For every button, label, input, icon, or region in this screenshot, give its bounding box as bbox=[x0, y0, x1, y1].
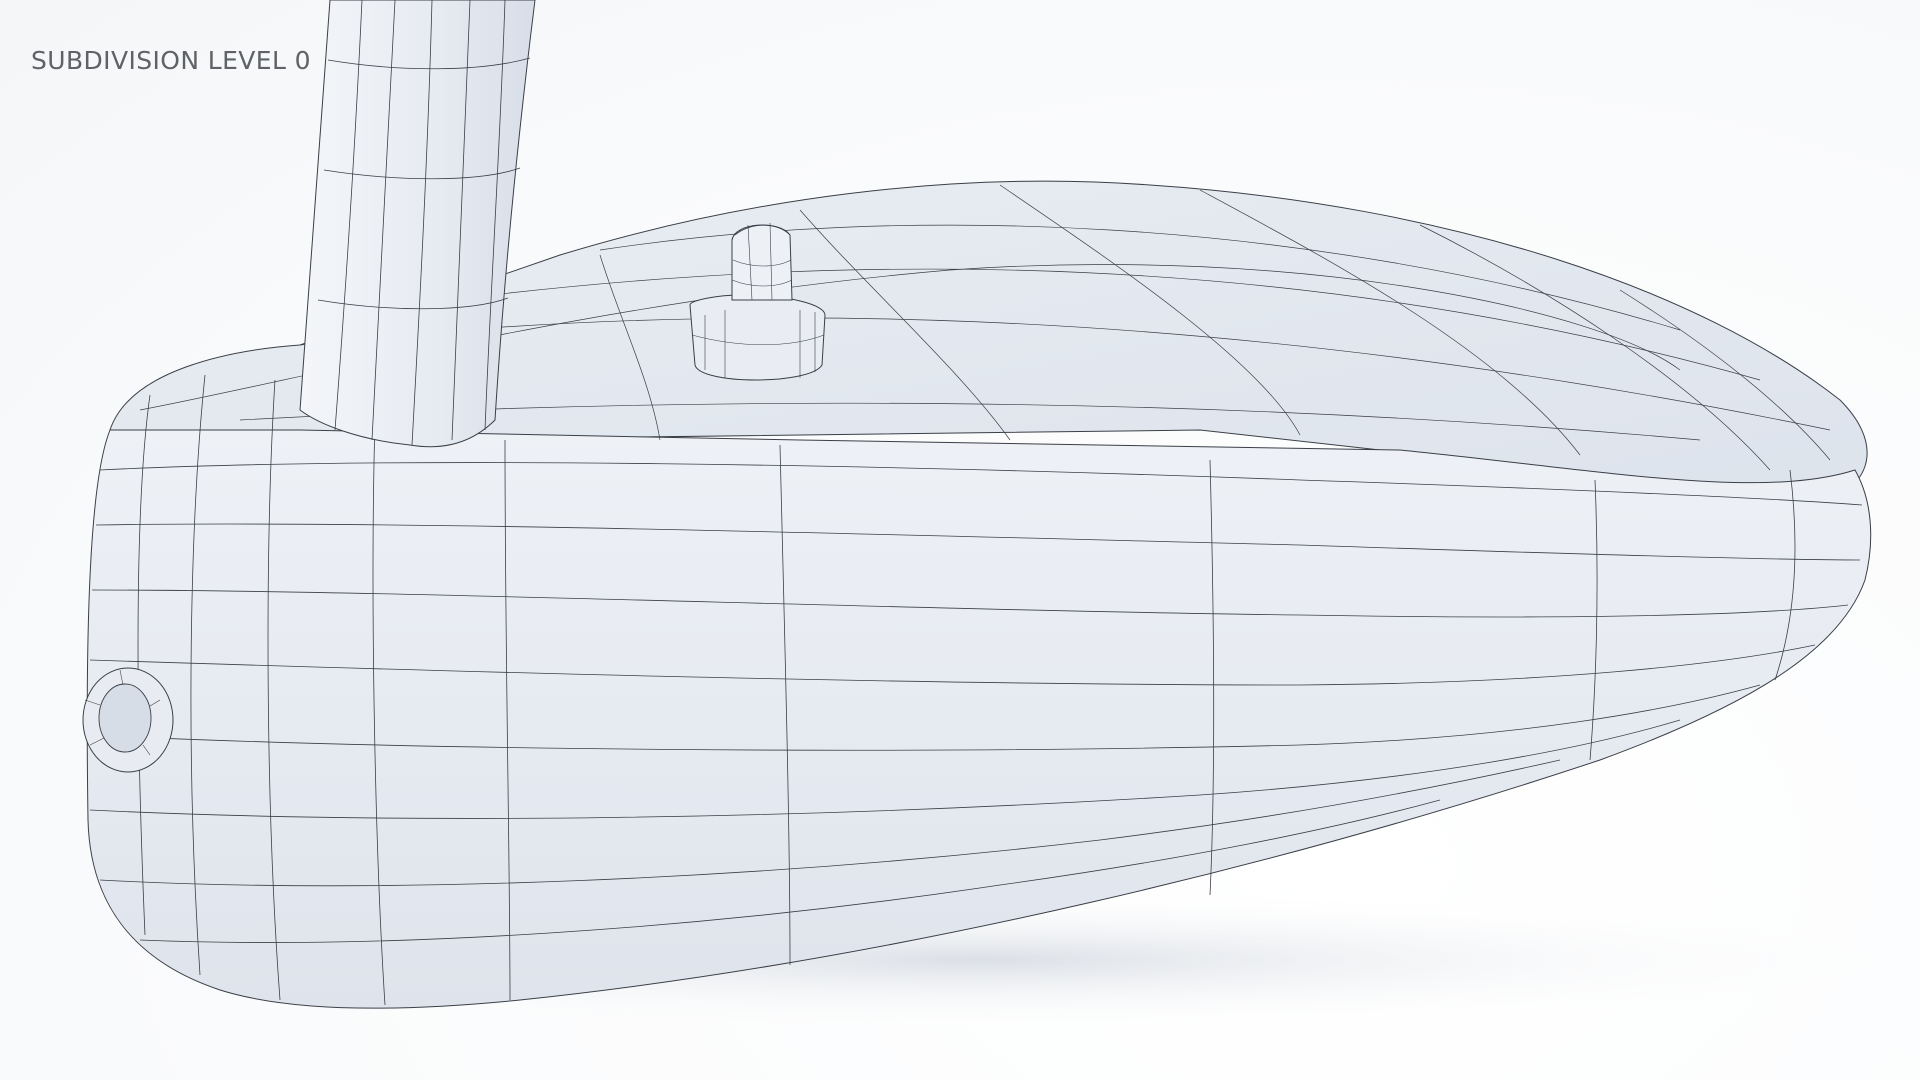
cable-port-grommet bbox=[82, 667, 174, 773]
viewport[interactable]: SUBDIVISION LEVEL 0 bbox=[0, 0, 1920, 1080]
subdivision-level-label: SUBDIVISION LEVEL 0 bbox=[31, 46, 311, 75]
lamp-base-wireframe-render bbox=[30, 0, 1920, 1030]
